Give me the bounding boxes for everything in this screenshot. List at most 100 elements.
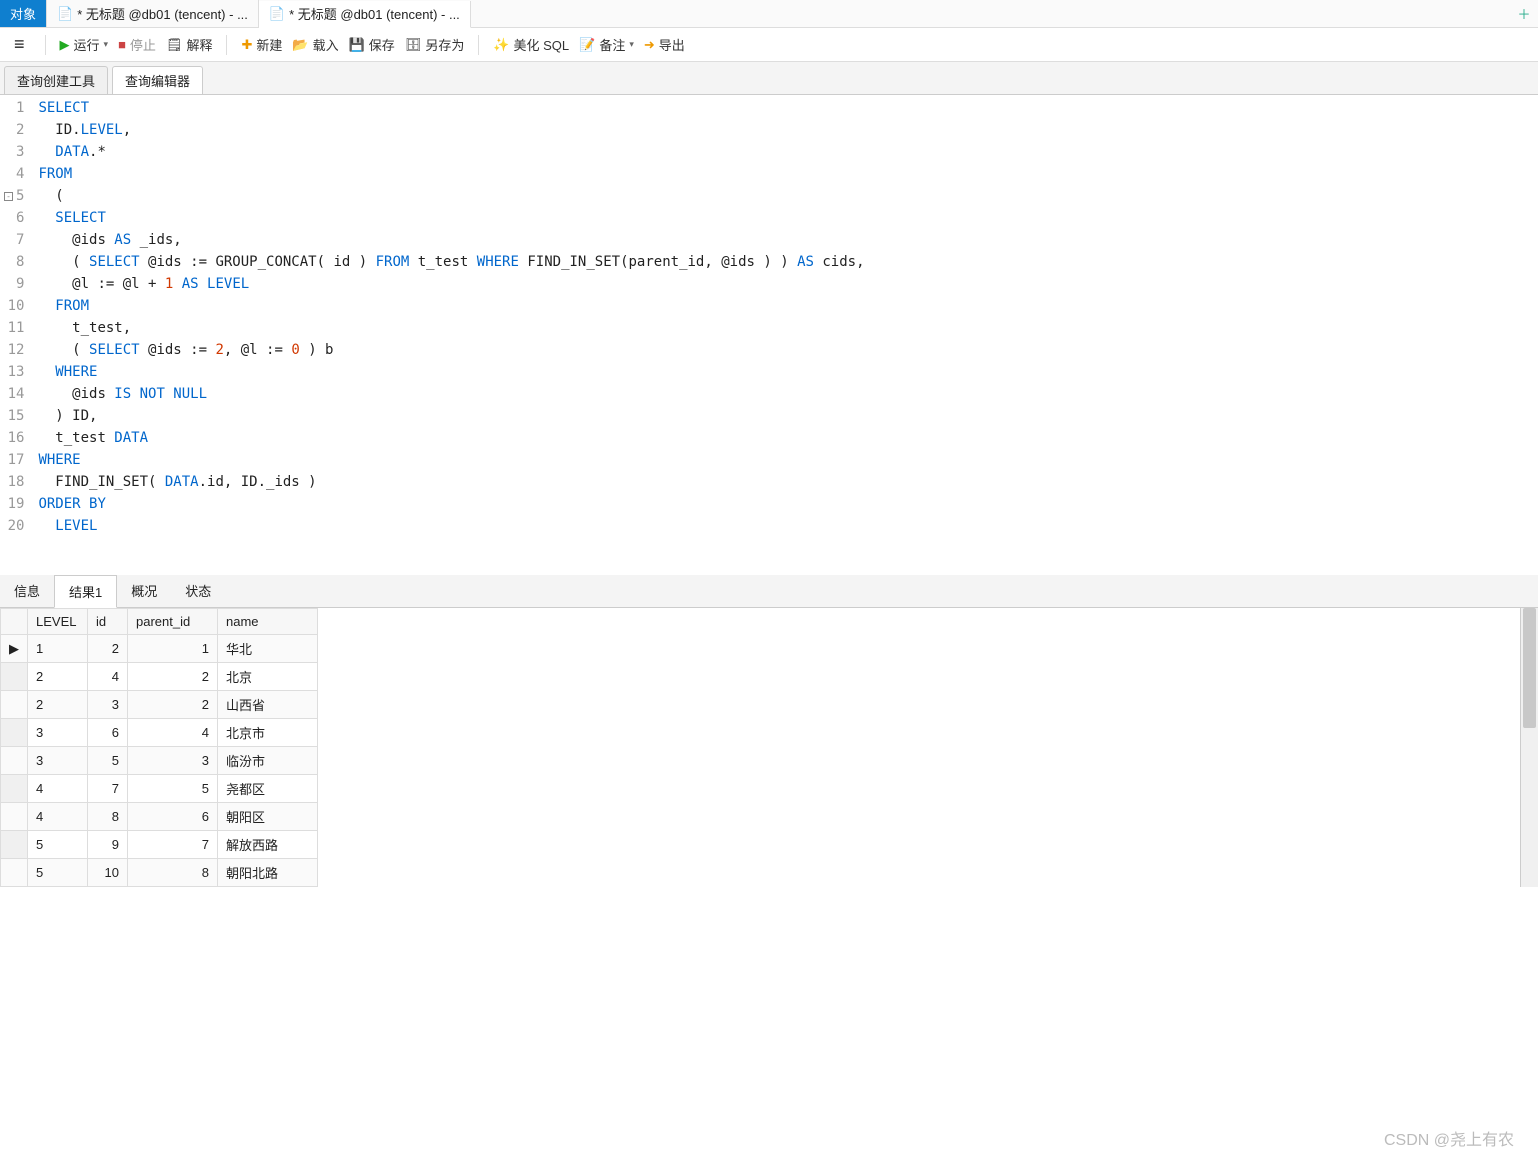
table-row[interactable]: 486朝阳区 (1, 803, 318, 831)
cell-level[interactable]: 3 (28, 747, 88, 775)
table-row[interactable]: 5108朝阳北路 (1, 859, 318, 887)
btn-label: 导出 (659, 35, 685, 54)
row-marker (1, 747, 28, 775)
cell-name[interactable]: 解放西路 (218, 831, 318, 859)
row-marker (1, 719, 28, 747)
tab-result1[interactable]: 结果1 (54, 575, 117, 608)
cell-parent-id[interactable]: 4 (128, 719, 218, 747)
sql-editor[interactable]: 1234-567891011121314151617181920 SELECT … (0, 95, 1538, 575)
cell-level[interactable]: 4 (28, 803, 88, 831)
row-marker (1, 775, 28, 803)
code-area[interactable]: SELECT ID.LEVEL, DATA.*FROM ( SELECT @id… (32, 95, 1538, 575)
table-row[interactable]: 242北京 (1, 663, 318, 691)
btn-label: 美化 SQL (514, 35, 570, 54)
cell-parent-id[interactable]: 6 (128, 803, 218, 831)
cell-name[interactable]: 北京 (218, 663, 318, 691)
cell-id[interactable]: 2 (88, 635, 128, 663)
cell-parent-id[interactable]: 5 (128, 775, 218, 803)
cell-name[interactable]: 北京市 (218, 719, 318, 747)
beautify-button[interactable]: ✨美化 SQL (493, 35, 569, 54)
cell-name[interactable]: 朝阳北路 (218, 859, 318, 887)
row-marker (1, 803, 28, 831)
stop-icon: ■ (118, 37, 126, 52)
cell-id[interactable]: 9 (88, 831, 128, 859)
dropdown-icon: ▾ (629, 39, 634, 50)
btn-label: 解释 (186, 35, 212, 54)
btn-label: 停止 (130, 35, 156, 54)
cell-name[interactable]: 朝阳区 (218, 803, 318, 831)
cell-level[interactable]: 5 (28, 831, 88, 859)
scroll-thumb[interactable] (1523, 608, 1536, 728)
btn-label: 备注 (599, 35, 625, 54)
cell-parent-id[interactable]: 1 (128, 635, 218, 663)
save-button[interactable]: 💾保存 (349, 35, 395, 54)
tab-status[interactable]: 状态 (171, 575, 225, 607)
dropdown-icon: ▾ (104, 39, 109, 50)
table-row[interactable]: 597解放西路 (1, 831, 318, 859)
cell-id[interactable]: 3 (88, 691, 128, 719)
tab-objects[interactable]: 对象 (0, 0, 47, 27)
tab-profile[interactable]: 概况 (117, 575, 171, 607)
table-row[interactable]: 364北京市 (1, 719, 318, 747)
cell-id[interactable]: 5 (88, 747, 128, 775)
table-row[interactable]: ▶121华北 (1, 635, 318, 663)
result-pane: LEVELidparent_idname▶121华北242北京232山西省364… (0, 608, 1538, 887)
cell-level[interactable]: 1 (28, 635, 88, 663)
cell-id[interactable]: 8 (88, 803, 128, 831)
table-row[interactable]: 232山西省 (1, 691, 318, 719)
col-header[interactable]: name (218, 609, 318, 635)
cell-parent-id[interactable]: 7 (128, 831, 218, 859)
saveas-icon: 🗄 (405, 37, 422, 53)
tab-query-editor[interactable]: 查询编辑器 (112, 66, 203, 94)
load-button[interactable]: 📂载入 (292, 35, 338, 54)
notes-icon: 📝 (579, 37, 595, 53)
menu-icon[interactable]: ≡ (8, 34, 31, 55)
cell-name[interactable]: 华北 (218, 635, 318, 663)
new-button[interactable]: ✚新建 (241, 35, 282, 54)
cell-name[interactable]: 尧都区 (218, 775, 318, 803)
btn-label: 新建 (256, 35, 282, 54)
cell-level[interactable]: 2 (28, 663, 88, 691)
cell-parent-id[interactable]: 3 (128, 747, 218, 775)
cell-parent-id[interactable]: 8 (128, 859, 218, 887)
cell-level[interactable]: 5 (28, 859, 88, 887)
col-header[interactable]: id (88, 609, 128, 635)
cell-parent-id[interactable]: 2 (128, 691, 218, 719)
cell-name[interactable]: 山西省 (218, 691, 318, 719)
export-button[interactable]: ➜导出 (644, 35, 685, 54)
cell-id[interactable]: 6 (88, 719, 128, 747)
vertical-scrollbar[interactable] (1520, 608, 1538, 887)
tab-label: 对象 (10, 4, 36, 23)
play-icon: ▶ (60, 37, 70, 53)
col-header[interactable]: parent_id (128, 609, 218, 635)
explain-button[interactable]: 🗒解释 (166, 35, 213, 54)
plus-icon: ✚ (241, 37, 252, 53)
notes-button[interactable]: 📝备注 ▾ (579, 35, 634, 54)
col-header[interactable]: LEVEL (28, 609, 88, 635)
cell-id[interactable]: 10 (88, 859, 128, 887)
cell-id[interactable]: 7 (88, 775, 128, 803)
row-marker (1, 859, 28, 887)
cell-id[interactable]: 4 (88, 663, 128, 691)
cell-level[interactable]: 3 (28, 719, 88, 747)
watermark: CSDN @尧上有农 (1384, 1126, 1514, 1150)
stop-button[interactable]: ■ 停止 (118, 35, 156, 54)
run-button[interactable]: ▶运行▾ (60, 35, 109, 54)
editor-tabs: 查询创建工具 查询编辑器 (0, 62, 1538, 95)
tab-info[interactable]: 信息 (0, 575, 54, 607)
add-tab-button[interactable]: ＋ (1510, 4, 1538, 23)
cell-parent-id[interactable]: 2 (128, 663, 218, 691)
tab-query-1[interactable]: 📄 * 无标题 @db01 (tencent) - ... (47, 0, 259, 27)
table-row[interactable]: 353临汾市 (1, 747, 318, 775)
cell-level[interactable]: 4 (28, 775, 88, 803)
saveas-button[interactable]: 🗄另存为 (405, 35, 465, 54)
cell-name[interactable]: 临汾市 (218, 747, 318, 775)
folder-icon: 📂 (292, 37, 308, 53)
row-marker: ▶ (1, 635, 28, 663)
cell-level[interactable]: 2 (28, 691, 88, 719)
tab-query-2[interactable]: 📄 * 无标题 @db01 (tencent) - ... (259, 1, 471, 28)
result-table[interactable]: LEVELidparent_idname▶121华北242北京232山西省364… (0, 608, 318, 887)
table-row[interactable]: 475尧都区 (1, 775, 318, 803)
row-marker (1, 691, 28, 719)
tab-query-builder[interactable]: 查询创建工具 (4, 66, 108, 94)
